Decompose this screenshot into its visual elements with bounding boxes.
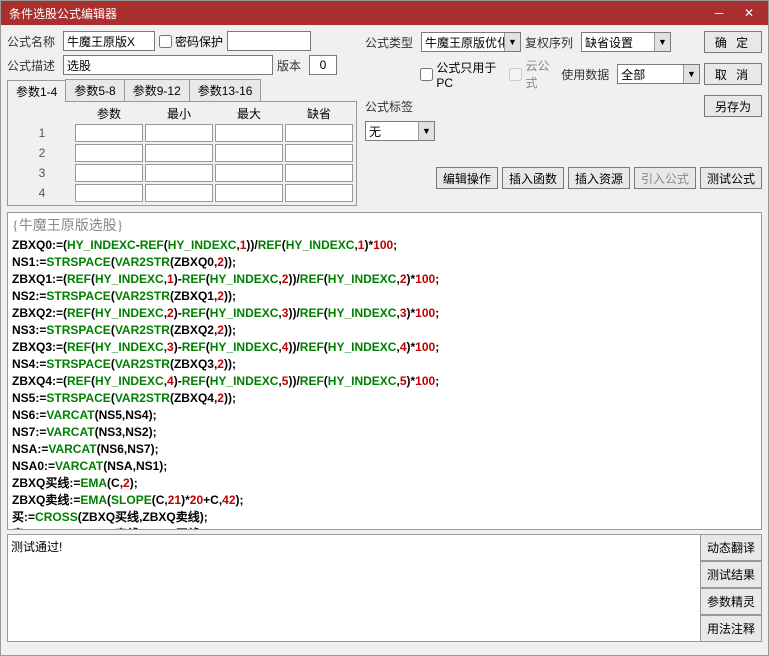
combo-tag[interactable]: 无▼ [365,121,435,141]
label-name: 公式名称 [7,33,59,50]
insert-func-button[interactable]: 插入函数 [502,167,564,189]
param-input[interactable] [145,144,213,162]
combo-repeat[interactable]: 缺省设置▼ [581,32,671,52]
param-input[interactable] [145,164,213,182]
checkbox-pc-only[interactable]: 公式只用于PC [420,59,505,90]
param-input[interactable] [145,124,213,142]
param-input[interactable] [75,124,143,142]
param-row: 1 [10,123,354,143]
param-input[interactable] [285,124,353,142]
code-title: {牛魔王原版选股} [8,213,761,237]
saveas-button[interactable]: 另存为 [704,95,762,117]
import-formula-button[interactable]: 引入公式 [634,167,696,189]
label-usedata: 使用数据 [561,66,613,83]
checkbox-password[interactable]: 密码保护 [159,33,223,50]
param-input[interactable] [215,164,283,182]
input-name[interactable] [63,31,155,51]
checkbox-cloud[interactable]: 云公式 [509,57,557,91]
param-row: 2 [10,143,354,163]
param-input[interactable] [75,144,143,162]
input-desc[interactable] [63,55,273,75]
input-password[interactable] [227,31,311,51]
usage-notes-button[interactable]: 用法注释 [701,615,762,642]
param-input[interactable] [285,184,353,202]
chevron-down-icon: ▼ [418,122,434,140]
param-input[interactable] [215,124,283,142]
param-input[interactable] [145,184,213,202]
combo-usedata[interactable]: 全部▼ [617,64,700,84]
test-formula-button[interactable]: 测试公式 [700,167,762,189]
param-grid: 参数最小最大缺省 1 2 3 4 [7,102,357,206]
param-input[interactable] [75,164,143,182]
param-input[interactable] [285,144,353,162]
chevron-down-icon: ▼ [654,33,670,51]
insert-res-button[interactable]: 插入资源 [568,167,630,189]
param-row: 4 [10,183,354,203]
window-title: 条件选股公式编辑器 [5,5,704,22]
label-version: 版本 [277,57,305,74]
dyn-translate-button[interactable]: 动态翻译 [701,534,762,561]
edit-op-button[interactable]: 编辑操作 [436,167,498,189]
combo-type[interactable]: 牛魔王原版优化▼ [421,32,521,52]
param-wizard-button[interactable]: 参数精灵 [701,588,762,615]
code-editor[interactable]: {牛魔王原版选股} ZBXQ0:=(HY_INDEXC-REF(HY_INDEX… [7,212,762,530]
label-tag: 公式标签 [365,98,417,115]
label-desc: 公式描述 [7,57,59,74]
minimize-button[interactable]: ─ [704,3,734,23]
input-version[interactable] [309,55,337,75]
chevron-down-icon: ▼ [504,33,520,51]
tab-params-5-8[interactable]: 参数5-8 [65,79,124,101]
ok-button[interactable]: 确 定 [704,31,762,53]
close-button[interactable]: ✕ [734,3,764,23]
label-type: 公式类型 [365,34,417,51]
param-input[interactable] [215,184,283,202]
chevron-down-icon: ▼ [683,65,699,83]
label-repeat: 复权序列 [525,34,577,51]
tab-params-1-4[interactable]: 参数1-4 [7,80,66,102]
cancel-button[interactable]: 取 消 [704,63,762,85]
param-input[interactable] [75,184,143,202]
titlebar: 条件选股公式编辑器 ─ ✕ [1,1,768,25]
param-tabs: 参数1-4 参数5-8 参数9-12 参数13-16 [7,79,357,102]
tab-params-13-16[interactable]: 参数13-16 [189,79,262,101]
param-input[interactable] [285,164,353,182]
test-result-button[interactable]: 测试结果 [701,561,762,588]
param-row: 3 [10,163,354,183]
message-box: 测试通过! [7,534,701,642]
param-input[interactable] [215,144,283,162]
tab-params-9-12[interactable]: 参数9-12 [124,79,190,101]
